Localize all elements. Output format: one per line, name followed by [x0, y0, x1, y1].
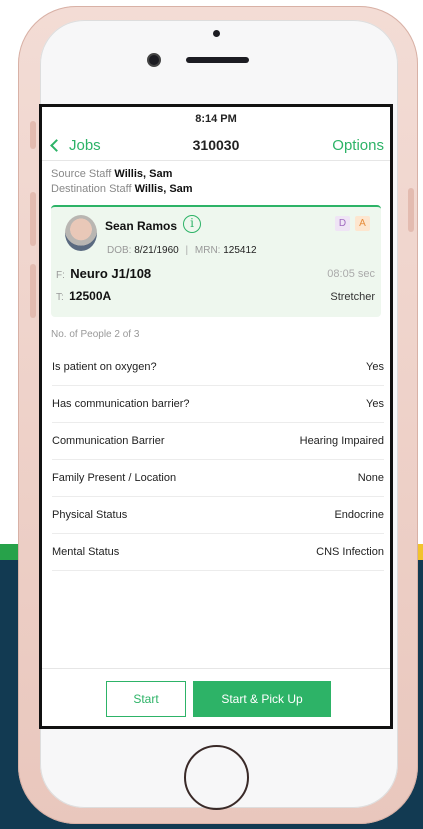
- list-item[interactable]: Family Present / Location None: [52, 460, 384, 497]
- question-value: CNS Infection: [316, 546, 384, 558]
- destination-staff-label: Destination Staff: [51, 183, 132, 195]
- to-location: 12500A: [69, 289, 112, 303]
- mrn-value: 125412: [223, 245, 257, 256]
- patient-name: Sean Ramos: [105, 219, 178, 233]
- question-value: Yes: [366, 398, 384, 410]
- badge-a: A: [355, 216, 370, 231]
- patient-avatar: [65, 215, 97, 251]
- power-button: [408, 188, 414, 232]
- volume-down-button: [30, 264, 36, 318]
- start-pickup-button[interactable]: Start & Pick Up: [193, 681, 331, 717]
- list-item[interactable]: Communication Barrier Hearing Impaired: [52, 423, 384, 460]
- question-value: Hearing Impaired: [299, 435, 384, 447]
- proximity-sensor: [213, 30, 220, 37]
- list-item[interactable]: Mental Status CNS Infection: [52, 534, 384, 571]
- question-value: Endocrine: [334, 509, 384, 521]
- destination-staff-name: Willis, Sam: [134, 183, 193, 195]
- to-label: T:: [56, 292, 64, 303]
- dob-value: 8/21/1960: [134, 245, 179, 256]
- mrn-label: MRN:: [194, 245, 221, 256]
- question-label: Communication Barrier: [52, 435, 165, 447]
- question-label: Has communication barrier?: [52, 398, 190, 410]
- dob-mrn-line: DOB: 8/21/1960 | MRN: 125412: [107, 245, 257, 256]
- options-button[interactable]: Options: [332, 137, 384, 154]
- front-camera: [147, 53, 161, 67]
- status-bar-time: 8:14 PM: [195, 113, 237, 125]
- elapsed-time: 08:05 sec: [327, 268, 375, 280]
- question-value: Yes: [366, 361, 384, 373]
- list-item[interactable]: Is patient on oxygen? Yes: [52, 349, 384, 386]
- start-button[interactable]: Start: [106, 681, 186, 717]
- patient-card[interactable]: Sean Ramos i D A DOB: 8/21/1960 | MRN: 1…: [51, 205, 381, 317]
- nav-bar: Jobs 310030 Options: [42, 129, 390, 161]
- to-row: T: 12500A Stretcher: [56, 289, 375, 303]
- transport-mode: Stretcher: [330, 291, 375, 303]
- from-label: F:: [56, 270, 65, 281]
- source-staff-line: Source Staff Willis, Sam: [51, 167, 381, 182]
- volume-up-button: [30, 192, 36, 246]
- info-icon[interactable]: i: [183, 215, 201, 233]
- list-item[interactable]: Physical Status Endocrine: [52, 497, 384, 534]
- people-count: No. of People 2 of 3: [51, 329, 140, 340]
- question-list: Is patient on oxygen? Yes Has communicat…: [42, 349, 390, 571]
- from-row: F: Neuro J1/108 08:05 sec: [56, 266, 375, 281]
- question-label: Is patient on oxygen?: [52, 361, 157, 373]
- separator: |: [185, 245, 189, 256]
- source-staff-name: Willis, Sam: [114, 168, 173, 180]
- question-value: None: [357, 472, 384, 484]
- action-footer: Start Start & Pick Up: [42, 668, 390, 726]
- staff-section: Source Staff Willis, Sam Destination Sta…: [42, 161, 390, 197]
- dob-label: DOB:: [107, 245, 132, 256]
- destination-staff-line: Destination Staff Willis, Sam: [51, 182, 381, 197]
- earpiece-speaker: [186, 57, 249, 63]
- mute-switch: [30, 121, 36, 149]
- badge-d: D: [335, 216, 350, 231]
- question-label: Physical Status: [52, 509, 128, 521]
- app-screen: 8:14 PM Jobs 310030 Options Source Staff…: [39, 104, 393, 729]
- source-staff-label: Source Staff: [51, 168, 112, 180]
- list-item[interactable]: Has communication barrier? Yes: [52, 386, 384, 423]
- from-location: Neuro J1/108: [70, 266, 152, 281]
- question-label: Mental Status: [52, 546, 120, 558]
- home-button[interactable]: [184, 745, 249, 810]
- question-label: Family Present / Location: [52, 472, 177, 484]
